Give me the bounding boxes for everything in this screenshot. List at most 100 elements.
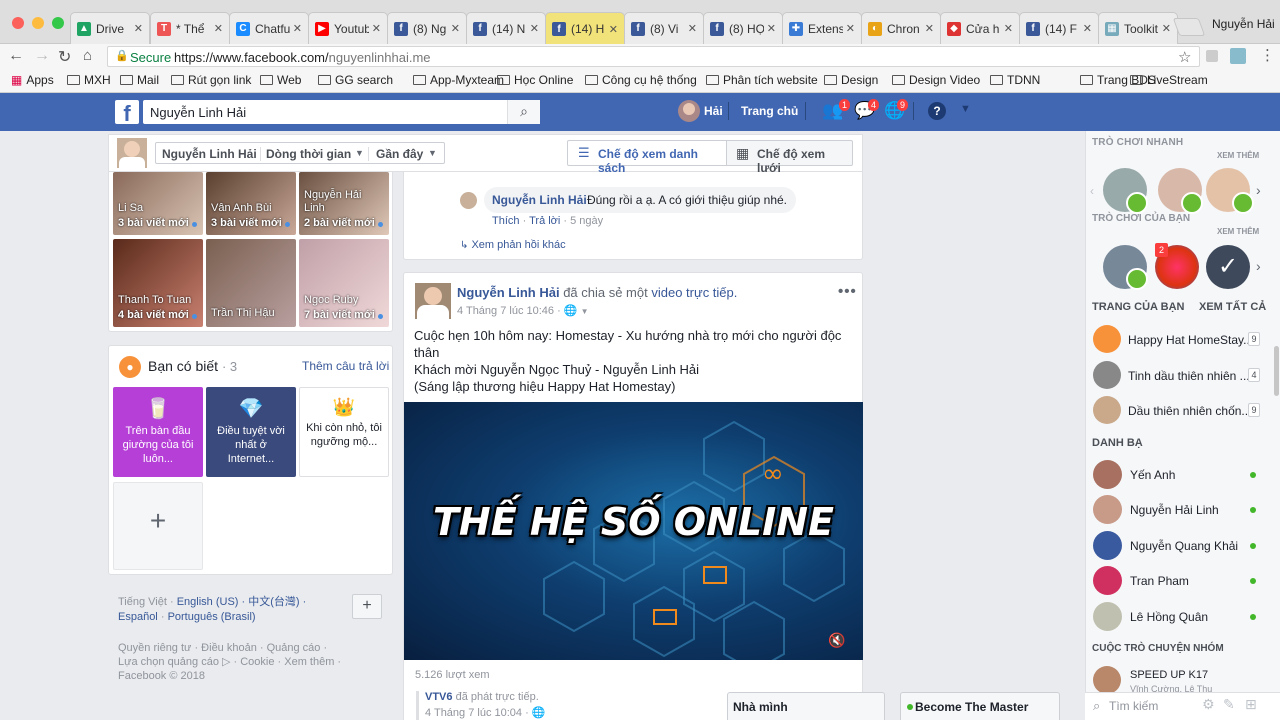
tab-close-icon[interactable]: ✕ [372,22,381,35]
browser-tab[interactable]: f (14) H ✕ [545,12,625,45]
contact-name[interactable]: Tran Pham [1130,574,1189,588]
browser-tab[interactable]: f (14) F ✕ [1019,12,1099,44]
post-author[interactable]: Nguyễn Linh Hải [457,285,560,300]
bookmark-folder[interactable]: Design [824,73,878,87]
tab-close-icon[interactable]: ✕ [609,23,618,36]
bookmark-star-icon[interactable]: ☆ [1178,48,1191,66]
gear-icon[interactable]: ⚙ [1202,696,1215,713]
profile-thumbnail[interactable] [117,138,147,168]
url-text[interactable]: https://www.facebook.com/nguyenlinhhai.m… [174,50,431,65]
forward-icon[interactable]: → [34,47,50,65]
see-all-link[interactable]: XEM TẤT CẢ [1199,301,1266,313]
page-avatar[interactable] [1093,361,1121,389]
apps-shortcut[interactable]: ▦ Apps [11,73,54,87]
reply-link[interactable]: Trả lời [529,215,560,227]
browser-tab[interactable]: ▦ Toolkit ✕ [1098,12,1178,44]
bookmark-folder[interactable]: GG search [318,73,393,87]
contact-name[interactable]: Yến Anh [1130,468,1175,482]
video-player[interactable]: ∞ THẾ HỆ SỐ ONLINE 🔇 [404,402,863,660]
reload-icon[interactable]: ↻ [58,47,71,67]
browser-tab[interactable]: ◆ Cửa h ✕ [940,12,1020,44]
search-icon[interactable]: ⌕ [507,100,540,124]
tab-close-icon[interactable]: ✕ [688,22,697,35]
group-icon[interactable]: ⊞ [1245,696,1257,713]
browser-tab[interactable]: ▲ Drive ✕ [70,12,150,44]
page-name[interactable]: Dầu thiên nhiên chốn... [1128,404,1251,418]
account-menu-icon[interactable]: ▼ [960,103,971,115]
bookmark-folder[interactable]: Phân tích website [706,73,818,87]
bookmark-folder[interactable]: Học Online [497,73,573,87]
contact-avatar[interactable] [1093,566,1122,595]
bookmark-folder[interactable]: Rút gọn link [171,73,251,87]
contact-avatar[interactable] [1093,602,1122,631]
chat-search-input[interactable]: Tìm kiếm [1109,699,1158,713]
mute-icon[interactable]: 🔇 [828,632,845,649]
tab-close-icon[interactable]: ✕ [451,22,460,35]
tab-close-icon[interactable]: ✕ [530,22,539,35]
browser-tab[interactable]: f (8) HỌ ✕ [703,12,783,44]
timeline-filter-dropdown[interactable]: Dòng thời gian [266,147,351,161]
friend-story-tile[interactable]: Thanh To Tuan 4 bài viết mới [113,239,203,327]
back-icon[interactable]: ← [8,47,24,65]
friend-story-tile[interactable]: Nguyễn Hải Linh 2 bài viết mới [299,172,389,235]
chevron-right-icon[interactable]: › [1256,258,1261,274]
see-more-link[interactable]: XEM THÊM [1217,227,1259,236]
omnibox[interactable]: 🔒 Secure https://www.facebook.com/nguyen… [107,46,1200,67]
browser-tab[interactable]: f (8) Ng ✕ [387,12,467,44]
browser-tab[interactable]: C Chatfu ✕ [229,12,309,44]
browser-tab[interactable]: f (8) Vi ✕ [624,12,704,44]
avatar[interactable] [460,192,477,209]
list-view-button[interactable]: ☰ Chế độ xem danh sách [567,140,727,175]
page-avatar[interactable] [1093,396,1121,424]
contact-name[interactable]: Lê Hồng Quân [1130,610,1208,624]
post-options-icon[interactable]: ••• [838,283,857,300]
tab-close-icon[interactable]: ✕ [1083,22,1092,35]
chat-tab[interactable]: Become The Master [900,692,1060,720]
close-window-button[interactable] [12,17,24,29]
lang-link[interactable]: English (US) · [177,596,245,608]
zoom-window-button[interactable] [52,17,64,29]
lang-link[interactable]: 中文(台灣) · [248,596,306,608]
friend-story-tile[interactable]: Trần Thị Hậu [206,239,296,327]
group-avatar[interactable] [1093,666,1121,694]
browser-tab[interactable]: ✚ Extens ✕ [782,12,862,44]
friend-story-tile[interactable]: Li Sa 3 bài viết mới [113,172,203,235]
tab-close-icon[interactable]: ✕ [767,22,776,35]
add-language-button[interactable]: + [352,594,382,619]
page-name[interactable]: Tinh dầu thiên nhiên ... [1128,369,1250,383]
bookmark-folder[interactable]: Công cụ hệ thống [585,73,697,87]
bookmark-folder[interactable]: Mail [120,73,159,87]
group-name[interactable]: SPEED UP K17 [1130,669,1208,681]
grid-view-button[interactable]: ▦ Chế độ xem lưới [726,140,853,175]
friend-story-tile[interactable]: Ngọc Ruby 7 bài viết mới [299,239,389,327]
browser-tab[interactable]: ◐ Chron ✕ [861,12,941,44]
browser-tab[interactable]: f (14) N ✕ [466,12,546,44]
contact-avatar[interactable] [1093,460,1122,489]
question-card[interactable]: 🥛 Trên bàn đầu giường của tôi luôn... [113,387,203,477]
bookmark-folder[interactable]: Design Video [892,73,980,87]
see-more-link[interactable]: XEM THÊM [1217,151,1259,160]
help-icon[interactable]: ? [928,102,946,120]
chat-tab[interactable]: Nhà mình [727,692,885,720]
page-name[interactable]: Happy Hat HomeStay... [1128,333,1253,347]
tab-close-icon[interactable]: ✕ [293,22,302,35]
bookmark-folder[interactable]: TDNN [990,73,1040,87]
bookmark-folder[interactable]: LiveStream [1130,73,1208,87]
tab-close-icon[interactable]: ✕ [214,22,223,35]
tab-close-icon[interactable]: ✕ [925,22,934,35]
home-link[interactable]: Trang chủ [741,104,798,118]
page-avatar[interactable] [1093,325,1121,353]
contact-avatar[interactable] [1093,531,1122,560]
chevron-left-icon[interactable]: ‹ [1090,184,1094,198]
lang-link[interactable]: Español [118,611,158,623]
friend-story-tile[interactable]: Vân Anh Bùi 3 bài viết mới [206,172,296,235]
extension-icon[interactable] [1206,50,1218,62]
bookmark-folder[interactable]: App-Myxteam [413,73,504,87]
minimize-window-button[interactable] [32,17,44,29]
bookmark-folder[interactable]: Web [260,73,301,87]
facebook-logo-icon[interactable]: f [115,100,139,124]
tab-close-icon[interactable]: ✕ [846,22,855,35]
sidebar-scrollbar[interactable] [1274,346,1279,396]
search-input[interactable]: Nguyễn Linh Hải ⌕ [143,100,540,124]
sort-dropdown[interactable]: Gần đây [376,147,423,161]
